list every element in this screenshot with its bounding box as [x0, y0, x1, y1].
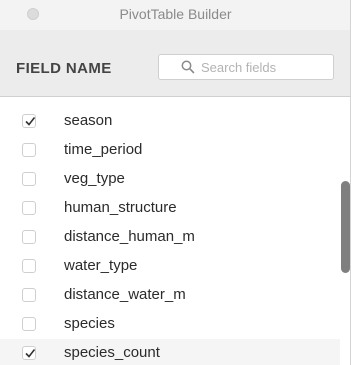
field-label: species_count [64, 344, 160, 361]
checkbox-season[interactable] [22, 114, 36, 128]
checkbox-time-period[interactable] [22, 143, 36, 157]
field-row-veg-type[interactable]: veg_type [0, 165, 340, 194]
field-row-human-structure[interactable]: human_structure [0, 194, 340, 223]
field-row-time-period[interactable]: time_period [0, 136, 340, 165]
search-icon [181, 60, 195, 74]
checkbox-veg-type[interactable] [22, 172, 36, 186]
field-row-species[interactable]: species [0, 310, 340, 339]
field-name-label: FIELD NAME [16, 60, 112, 77]
field-label: time_period [64, 141, 143, 158]
search-box[interactable] [158, 54, 334, 80]
checkmark-icon [25, 117, 36, 126]
field-label: human_structure [64, 199, 177, 216]
checkmark-icon [25, 349, 36, 358]
vertical-scrollbar[interactable] [340, 97, 350, 365]
checkbox-species[interactable] [22, 317, 36, 331]
field-row-season[interactable]: season [0, 107, 340, 136]
field-label: veg_type [64, 170, 125, 187]
scrollbar-thumb[interactable] [341, 181, 350, 273]
field-label: distance_human_m [64, 228, 195, 245]
field-label: season [64, 112, 113, 129]
search-input[interactable] [201, 58, 329, 76]
field-list: season time_period veg_type human_struct… [0, 97, 350, 365]
field-row-species-count[interactable]: species_count [0, 339, 340, 365]
pivottable-builder-window: PivotTable Builder FIELD NAME season tim… [0, 0, 351, 365]
checkbox-water-type[interactable] [22, 259, 36, 273]
field-row-water-type[interactable]: water_type [0, 252, 340, 281]
field-row-distance-water-m[interactable]: distance_water_m [0, 281, 340, 310]
title-bar: PivotTable Builder [0, 0, 350, 30]
checkbox-species-count[interactable] [22, 346, 36, 360]
field-label: water_type [64, 257, 138, 274]
field-row-distance-human-m[interactable]: distance_human_m [0, 223, 340, 252]
checkbox-human-structure[interactable] [22, 201, 36, 215]
field-label: distance_water_m [64, 286, 186, 303]
field-header: FIELD NAME [0, 30, 350, 97]
checkbox-distance-human-m[interactable] [22, 230, 36, 244]
field-label: species [64, 315, 115, 332]
window-title: PivotTable Builder [119, 6, 232, 22]
checkbox-distance-water-m[interactable] [22, 288, 36, 302]
